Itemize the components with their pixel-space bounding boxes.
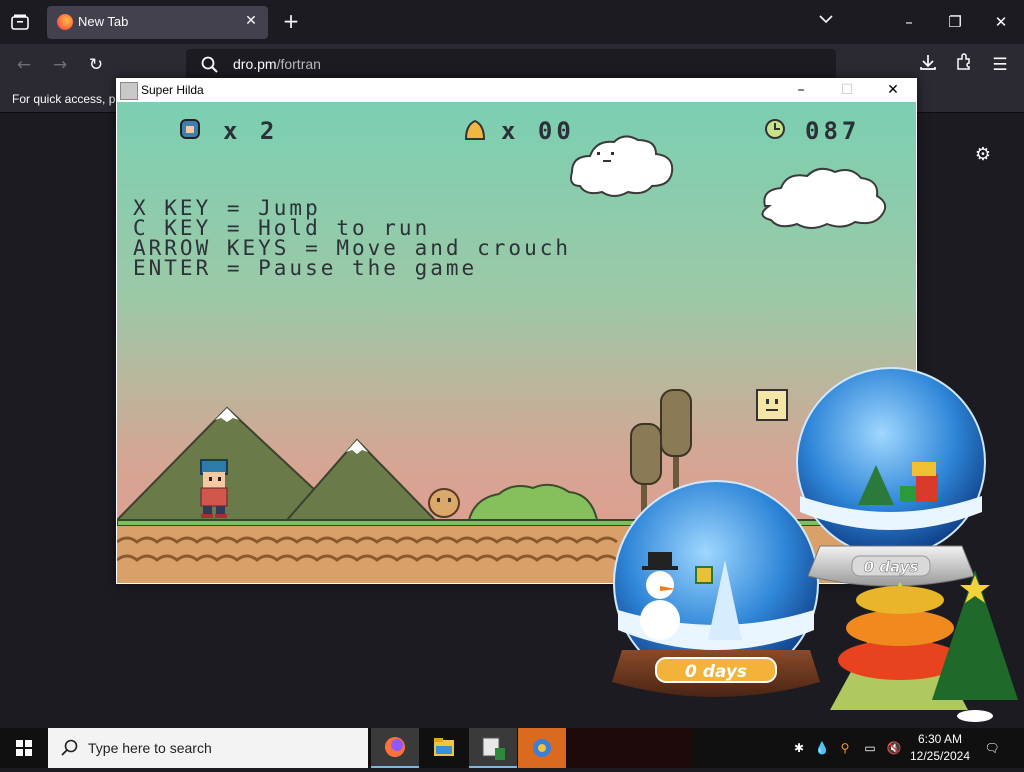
cloud-large <box>761 167 887 229</box>
snow-globe-large[interactable] <box>796 367 986 587</box>
enemy-character <box>428 488 460 518</box>
forward-button[interactable]: → <box>48 53 72 77</box>
url-text: dro.pm/fortran <box>233 56 321 72</box>
chevron-down-icon[interactable] <box>816 12 836 32</box>
reload-button[interactable]: ↻ <box>84 53 108 77</box>
instruction-line: X KEY = Jump <box>133 196 321 220</box>
taskbar-super-hilda[interactable] <box>469 728 517 768</box>
game-window-titlebar[interactable]: Super Hilda – ☐ ✕ <box>116 78 917 102</box>
instructions: X KEY = Jump C KEY = Hold to run ARROW KEY… <box>133 196 572 280</box>
instruction-line: ENTER = Pause the game <box>133 256 478 280</box>
notifications-icon[interactable]: 🗨 <box>980 728 1004 768</box>
instruction-line: C KEY = Hold to run <box>133 216 431 240</box>
bell-icon <box>464 119 486 140</box>
bush <box>467 483 599 521</box>
lives-counter: x 2 <box>223 117 279 145</box>
tab-bar: New Tab ✕ + – ❐ ✕ <box>0 0 1024 44</box>
item-block <box>756 389 788 421</box>
tab-list-icon[interactable] <box>8 10 32 34</box>
bookmarks-hint: For quick access, pla <box>12 92 125 106</box>
clock-icon <box>765 119 785 139</box>
url-path: /fortran <box>276 56 321 72</box>
close-window-button[interactable]: ✕ <box>989 12 1013 32</box>
tray-volume-muted-icon[interactable]: 🔇 <box>884 728 904 768</box>
taskbar-search[interactable]: Type here to search <box>48 728 368 768</box>
clock-time: 6:30 AM <box>917 732 963 746</box>
tray-drop-icon[interactable]: 💧 <box>812 728 832 768</box>
app-icon <box>120 82 138 100</box>
new-tab-button[interactable]: + <box>280 10 302 32</box>
start-button[interactable] <box>0 728 48 768</box>
game-maximize-button[interactable]: ☐ <box>832 80 862 100</box>
game-canvas[interactable]: x 2 x 00 087 X KEY = Jump C KEY = Hold to… <box>117 102 916 583</box>
game-close-button[interactable]: ✕ <box>878 80 908 100</box>
bells-counter: x 00 <box>501 117 575 145</box>
address-bar[interactable]: dro.pm/fortran <box>186 49 836 81</box>
url-host: dro.pm <box>233 56 277 72</box>
settings-gear-icon[interactable]: ⚙ <box>972 144 994 166</box>
mountains <box>117 406 438 521</box>
taskbar-empty-area <box>566 728 692 768</box>
lives-icon <box>180 119 200 139</box>
search-icon <box>200 55 220 75</box>
christmas-tree-widget[interactable] <box>830 570 1018 722</box>
tab-title: New Tab <box>78 14 129 29</box>
instruction-line: ARROW KEYS = Move and crouch <box>133 236 572 260</box>
game-minimize-button[interactable]: – <box>786 80 816 100</box>
time-counter: 087 <box>805 117 861 145</box>
download-icon[interactable] <box>916 53 940 77</box>
tray-search-icon[interactable]: ⚲ <box>835 728 855 768</box>
minimize-button[interactable]: – <box>897 12 921 32</box>
taskbar-file-explorer[interactable] <box>420 728 468 768</box>
extensions-icon[interactable] <box>952 53 976 77</box>
close-tab-icon[interactable]: ✕ <box>242 12 260 30</box>
taskbar-clock[interactable]: 6:30 AM 12/25/2024 <box>906 731 974 767</box>
clock-date: 12/25/2024 <box>909 749 971 763</box>
taskbar-app-orange[interactable] <box>518 728 566 768</box>
menu-icon[interactable]: ☰ <box>988 53 1012 77</box>
search-placeholder: Type here to search <box>88 740 212 756</box>
search-icon <box>60 738 80 758</box>
tab-new-tab[interactable]: New Tab ✕ <box>47 6 268 39</box>
snow-globe-small[interactable] <box>612 480 820 697</box>
game-window-title: Super Hilda <box>141 83 204 97</box>
restore-button[interactable]: ❐ <box>943 12 967 32</box>
tray-network-icon[interactable]: ✱ <box>788 728 810 768</box>
tray-monitor-icon[interactable]: ▭ <box>860 728 880 768</box>
back-button[interactable]: ← <box>12 53 36 77</box>
game-window: Super Hilda – ☐ ✕ x 2 x 00 087 X KEY = J… <box>116 78 917 584</box>
taskbar-firefox[interactable] <box>371 728 419 768</box>
firefox-icon <box>57 14 73 30</box>
cloud-small <box>570 135 674 197</box>
taskbar: Type here to search ✱ 💧 ⚲ ▭ 🔇 6:30 AM 12… <box>0 728 1024 768</box>
game-scene <box>117 119 916 583</box>
